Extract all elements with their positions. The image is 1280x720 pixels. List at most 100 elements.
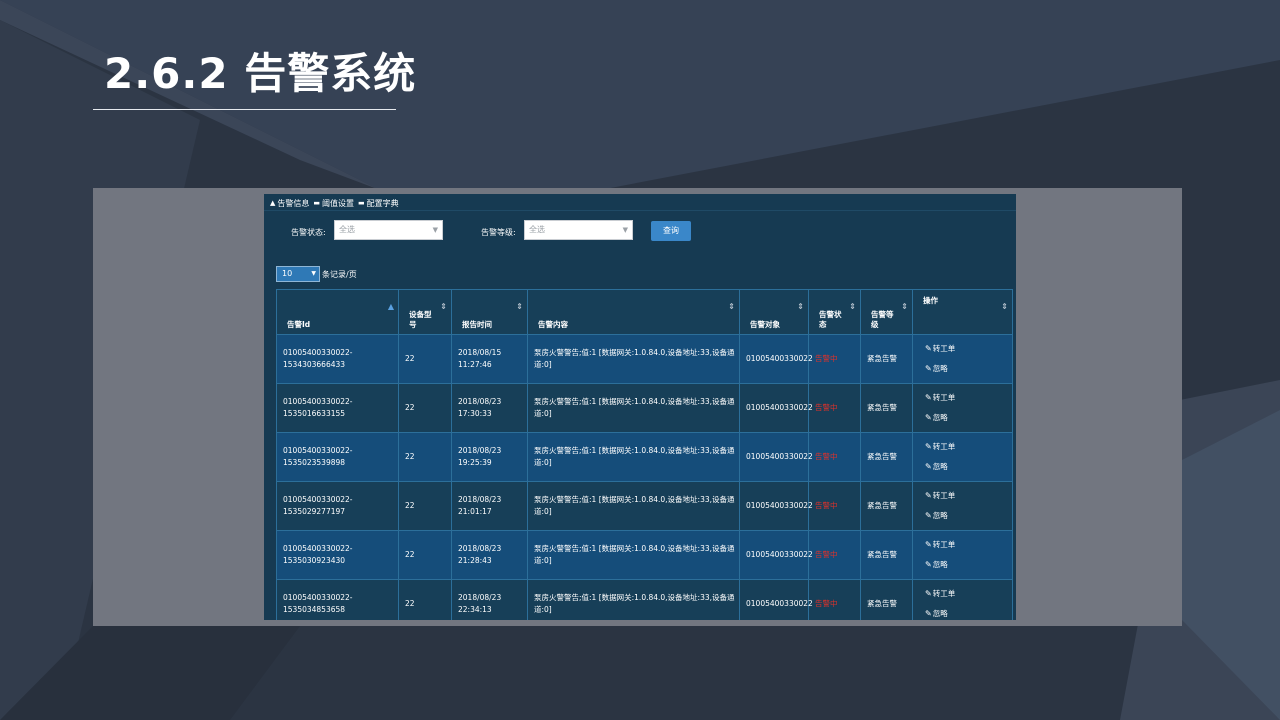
transfer-ticket-button[interactable]: ✎ 转工单 xyxy=(925,486,1008,506)
alarm-level-cell: 紧急告警 xyxy=(860,530,913,580)
col-alarm-status-header[interactable]: 告警状态 ⇕ xyxy=(808,289,861,335)
cell-text: 01005400330022 xyxy=(746,550,813,559)
slide-title: 2.6.2 告警系统 xyxy=(104,49,417,98)
transfer-ticket-button[interactable]: ✎ 转工单 xyxy=(925,388,1008,408)
cell-text: 紧急告警 xyxy=(867,599,897,608)
alarm-id-cell: 01005400330022- 1534303666433 xyxy=(276,334,399,384)
sort-icon[interactable]: ⇕ xyxy=(728,302,735,312)
col-actions-header[interactable]: 操作 ⇕ xyxy=(912,289,1013,335)
action-label: 转工单 xyxy=(932,393,956,402)
report-time-cell: 2018/08/23 21:28:43 xyxy=(451,530,528,580)
alarm-object-cell: 01005400330022 xyxy=(739,432,813,482)
alarm-id-cell: 01005400330022- 1535030923430 xyxy=(276,530,399,580)
table-row[interactable]: 01005400330022- 1535029277197 22 2018/08/23… xyxy=(276,481,1013,531)
cell-text: 泵房火警警告;值:1 [数据网关:1.0.84.0,设备地址:33,设备通 xyxy=(534,446,735,455)
device-model-cell: 22 xyxy=(398,530,452,580)
transfer-ticket-button[interactable]: ✎ 转工单 xyxy=(925,339,1008,359)
cell-text: 22 xyxy=(405,550,415,559)
action-label: 忽略 xyxy=(932,413,948,422)
cell-text: 2018/08/23 xyxy=(458,495,502,504)
header-label: 级 xyxy=(871,320,879,329)
device-model-cell: 22 xyxy=(398,383,452,433)
alarm-object-cell: 01005400330022 xyxy=(739,383,813,433)
transfer-ticket-button[interactable]: ✎ 转工单 xyxy=(925,535,1008,555)
tab-config-dictionary[interactable]: ▬ 配置字典 xyxy=(358,198,399,209)
table-row[interactable]: 01005400330022- 1535016633155 22 2018/08/23… xyxy=(276,383,1013,433)
transfer-ticket-button[interactable]: ✎ 转工单 xyxy=(925,584,1008,604)
edit-icon: ✎ xyxy=(925,491,932,500)
sort-icon[interactable]: ⇕ xyxy=(849,302,856,312)
sort-icon[interactable]: ⇕ xyxy=(516,302,523,312)
alarm-content-cell: 泵房火警警告;值:1 [数据网关:1.0.84.0,设备地址:33,设备通 道:0… xyxy=(527,579,740,620)
tab-threshold-settings[interactable]: ▬ 阈值设置 xyxy=(313,198,354,209)
tab-alarm-info[interactable]: ▲ 告警信息 xyxy=(270,198,309,209)
col-device-model-header[interactable]: 设备型号 ⇕ xyxy=(398,289,452,335)
ignore-button[interactable]: ✎ 忽略 xyxy=(925,506,1008,526)
report-time-cell: 2018/08/15 11:27:46 xyxy=(451,334,528,384)
ignore-button[interactable]: ✎ 忽略 xyxy=(925,555,1008,575)
table-row[interactable]: 01005400330022- 1535030923430 22 2018/08/23… xyxy=(276,530,1013,580)
table-row[interactable]: 01005400330022- 1534303666433 22 2018/08/15… xyxy=(276,334,1013,384)
level-filter-select[interactable]: 全选 ▼ xyxy=(524,220,633,240)
cell-text: 2018/08/15 xyxy=(458,348,502,357)
ignore-button[interactable]: ✎ 忽略 xyxy=(925,359,1008,379)
cell-text: 告警中 xyxy=(815,452,838,461)
action-label: 忽略 xyxy=(932,462,948,471)
table-row[interactable]: 01005400330022- 1535034853658 22 2018/08/23… xyxy=(276,579,1013,620)
alarm-level-cell: 紧急告警 xyxy=(860,481,913,531)
cell-text: 22 xyxy=(405,501,415,510)
sort-icon[interactable]: ⇕ xyxy=(797,302,804,312)
header-label: 设备型 xyxy=(409,310,432,319)
alarm-level-cell: 紧急告警 xyxy=(860,383,913,433)
col-alarm-object-header[interactable]: 告警对象 ⇕ xyxy=(739,289,809,335)
alarm-status-cell: 告警中 xyxy=(808,579,861,620)
alarm-table: 告警Id ▲ 设备型号 ⇕ 报告时间 ⇕ 告警内容 ⇕ 告警对象 ⇕ 告警状态 ⇕ 告警等级 ⇕ 操作 ⇕ 0… xyxy=(276,289,1013,620)
query-button[interactable]: 查询 xyxy=(651,221,691,241)
status-filter-select[interactable]: 全选 ▼ xyxy=(334,220,443,240)
cell-text: 01005400330022- xyxy=(283,397,353,406)
header-label: 号 xyxy=(409,320,417,329)
cell-text: 21:01:17 xyxy=(458,507,492,516)
cell-text: 1535034853658 xyxy=(283,605,346,614)
col-alarm-content-header[interactable]: 告警内容 ⇕ xyxy=(527,289,740,335)
table-row[interactable]: 01005400330022- 1535023539898 22 2018/08/23… xyxy=(276,432,1013,482)
cell-text: 紧急告警 xyxy=(867,403,897,412)
alarm-content-cell: 泵房火警警告;值:1 [数据网关:1.0.84.0,设备地址:33,设备通 道:0… xyxy=(527,432,740,482)
cell-text: 01005400330022- xyxy=(283,446,353,455)
cell-text: 21:28:43 xyxy=(458,556,492,565)
cell-text: 2018/08/23 xyxy=(458,544,502,553)
col-alarm-level-header[interactable]: 告警等级 ⇕ xyxy=(860,289,913,335)
cell-text: 01005400330022 xyxy=(746,354,813,363)
col-report-time-header[interactable]: 报告时间 ⇕ xyxy=(451,289,528,335)
alarm-status-cell: 告警中 xyxy=(808,530,861,580)
sort-icon[interactable]: ⇕ xyxy=(440,302,447,312)
cell-text: 01005400330022- xyxy=(283,495,353,504)
alarm-status-cell: 告警中 xyxy=(808,383,861,433)
cell-text: 道:0] xyxy=(534,409,552,418)
alarm-level-cell: 紧急告警 xyxy=(860,432,913,482)
ignore-button[interactable]: ✎ 忽略 xyxy=(925,457,1008,477)
alarm-status-cell: 告警中 xyxy=(808,481,861,531)
action-label: 忽略 xyxy=(932,364,948,373)
table-header-row: 告警Id ▲ 设备型号 ⇕ 报告时间 ⇕ 告警内容 ⇕ 告警对象 ⇕ 告警状态 ⇕ 告警等级 ⇕ 操作 ⇕ xyxy=(276,289,1013,335)
col-alarm-id-header[interactable]: 告警Id ▲ xyxy=(276,289,399,335)
alarm-status-cell: 告警中 xyxy=(808,432,861,482)
page-size-select[interactable]: 10 ▼ xyxy=(276,266,320,282)
alarm-content-cell: 泵房火警警告;值:1 [数据网关:1.0.84.0,设备地址:33,设备通 道:0… xyxy=(527,334,740,384)
sort-asc-icon[interactable]: ▲ xyxy=(388,302,394,312)
ignore-button[interactable]: ✎ 忽略 xyxy=(925,408,1008,428)
edit-icon: ✎ xyxy=(925,462,932,471)
device-model-cell: 22 xyxy=(398,481,452,531)
cell-text: 19:25:39 xyxy=(458,458,492,467)
cell-text: 紧急告警 xyxy=(867,452,897,461)
transfer-ticket-button[interactable]: ✎ 转工单 xyxy=(925,437,1008,457)
action-label: 忽略 xyxy=(932,511,948,520)
ignore-button[interactable]: ✎ 忽略 xyxy=(925,604,1008,620)
alarm-status-cell: 告警中 xyxy=(808,334,861,384)
sort-icon[interactable]: ⇕ xyxy=(901,302,908,312)
sort-icon[interactable]: ⇕ xyxy=(1001,302,1008,312)
cell-text: 2018/08/23 xyxy=(458,446,502,455)
cell-text: 22 xyxy=(405,452,415,461)
edit-icon: ✎ xyxy=(925,364,932,373)
edit-icon: ✎ xyxy=(925,609,932,618)
